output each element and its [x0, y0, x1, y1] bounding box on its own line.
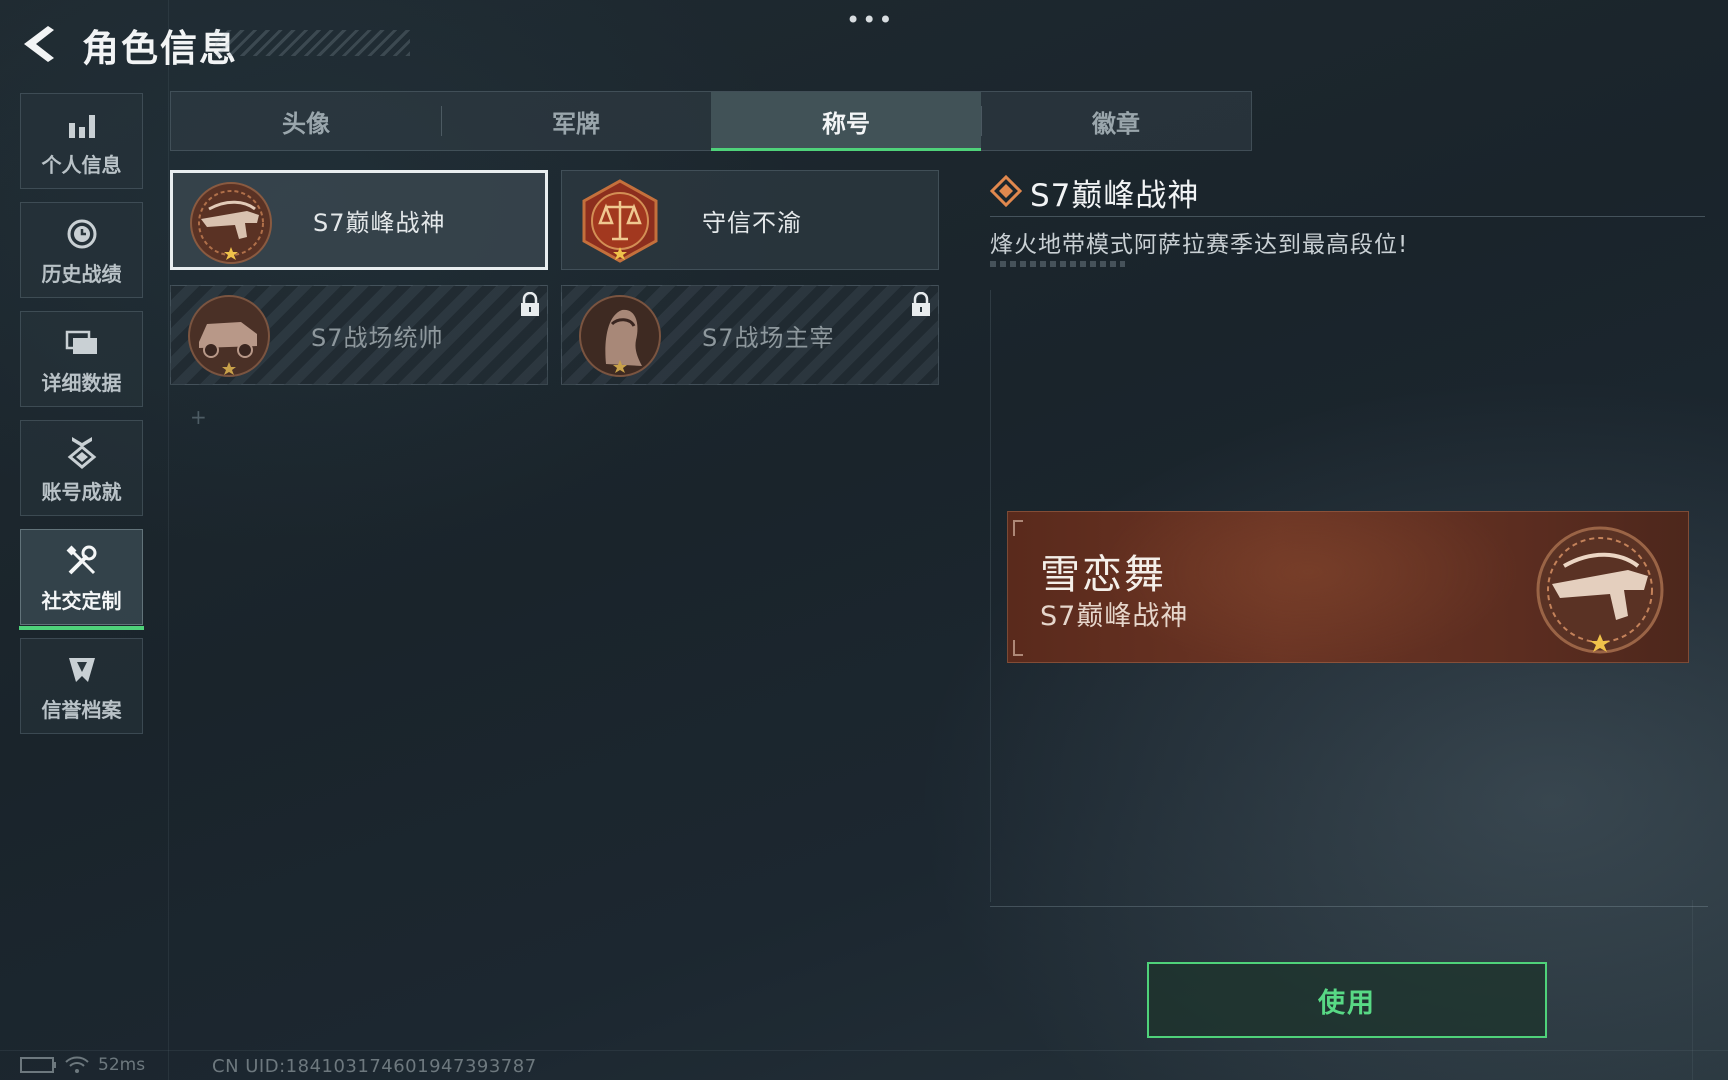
sidebar-item-label: 历史战绩 [41, 261, 122, 286]
wifi-icon [65, 1056, 89, 1073]
divider [990, 216, 1705, 217]
nameplate-title: S7巅峰战神 [1040, 601, 1189, 632]
shield-badge-icon [62, 650, 102, 690]
title-name: S7战场主宰 [702, 323, 835, 352]
category-tabs: 头像 军牌 称号 徽章 [170, 91, 1252, 151]
sidebar-item-label: 账号成就 [41, 479, 122, 504]
more-options-button[interactable]: ••• [846, 6, 894, 34]
back-button[interactable] [18, 22, 58, 66]
back-arrow-icon [24, 26, 54, 62]
folder-icon [62, 323, 102, 363]
lock-icon [521, 292, 539, 316]
title-card-s7-dominator[interactable]: S7战场主宰 [561, 285, 939, 385]
sidebar-item-credit-record[interactable]: 信誉档案 [20, 638, 143, 734]
sidebar-item-label: 个人信息 [41, 152, 122, 177]
soldier-portrait-emblem-icon [579, 295, 661, 377]
detail-description: 烽火地带模式阿萨拉赛季达到最高段位! [990, 232, 1409, 258]
title-decoration [215, 30, 410, 56]
sidebar-item-detailed-data[interactable]: 详细数据 [20, 311, 143, 407]
use-button[interactable]: 使用 [1147, 962, 1547, 1038]
sidebar-item-label: 信誉档案 [41, 697, 122, 722]
battery-icon [20, 1057, 56, 1073]
tab-badge[interactable]: 徽章 [981, 92, 1251, 150]
title-name: S7战场统帅 [311, 323, 444, 352]
rifle-emblem-icon [190, 182, 272, 264]
divider [990, 906, 1708, 907]
grid-line [0, 1050, 1728, 1051]
sidebar-item-label: 社交定制 [41, 588, 122, 613]
status-bar: 52ms [20, 1055, 145, 1075]
title-diamond-icon [990, 175, 1022, 207]
corner-bracket [1013, 640, 1023, 656]
title-card-s7-peak-god[interactable]: S7巅峰战神 [170, 170, 548, 270]
rifle-emblem-icon [1536, 526, 1664, 654]
detail-title: S7巅峰战神 [1030, 178, 1200, 214]
sidebar-item-personal-info[interactable]: 个人信息 [20, 93, 143, 189]
sidebar-item-history[interactable]: 历史战绩 [20, 202, 143, 298]
tab-dogtag[interactable]: 军牌 [441, 92, 711, 150]
detail-subtext-decoration [990, 261, 1125, 267]
sidebar-item-social-custom[interactable]: 社交定制 [19, 529, 144, 630]
vehicle-emblem-icon [188, 295, 270, 377]
title-name: S7巅峰战神 [313, 208, 446, 237]
scales-emblem-icon [582, 179, 658, 263]
nameplate-player-name: 雪恋舞 [1040, 552, 1166, 598]
title-name: 守信不渝 [702, 208, 802, 237]
user-uid: CN UID:184103174601947393787 [212, 1056, 537, 1077]
ping-value: 52ms [98, 1055, 146, 1075]
bar-chart-icon [62, 105, 102, 145]
tools-icon [62, 541, 102, 581]
tab-title[interactable]: 称号 [711, 92, 981, 151]
grid-cross-marker: + [190, 405, 207, 429]
grid-line [1692, 900, 1693, 1080]
corner-bracket [1013, 520, 1023, 536]
tab-avatar[interactable]: 头像 [171, 92, 441, 150]
history-clock-icon [62, 214, 102, 254]
title-card-faithful[interactable]: 守信不渝 [561, 170, 939, 270]
grid-line [168, 0, 169, 1080]
lock-icon [912, 292, 930, 316]
achievement-medal-icon [62, 432, 102, 472]
title-card-s7-commander[interactable]: S7战场统帅 [170, 285, 548, 385]
sidebar-item-achievements[interactable]: 账号成就 [20, 420, 143, 516]
sidebar-item-label: 详细数据 [41, 370, 122, 395]
